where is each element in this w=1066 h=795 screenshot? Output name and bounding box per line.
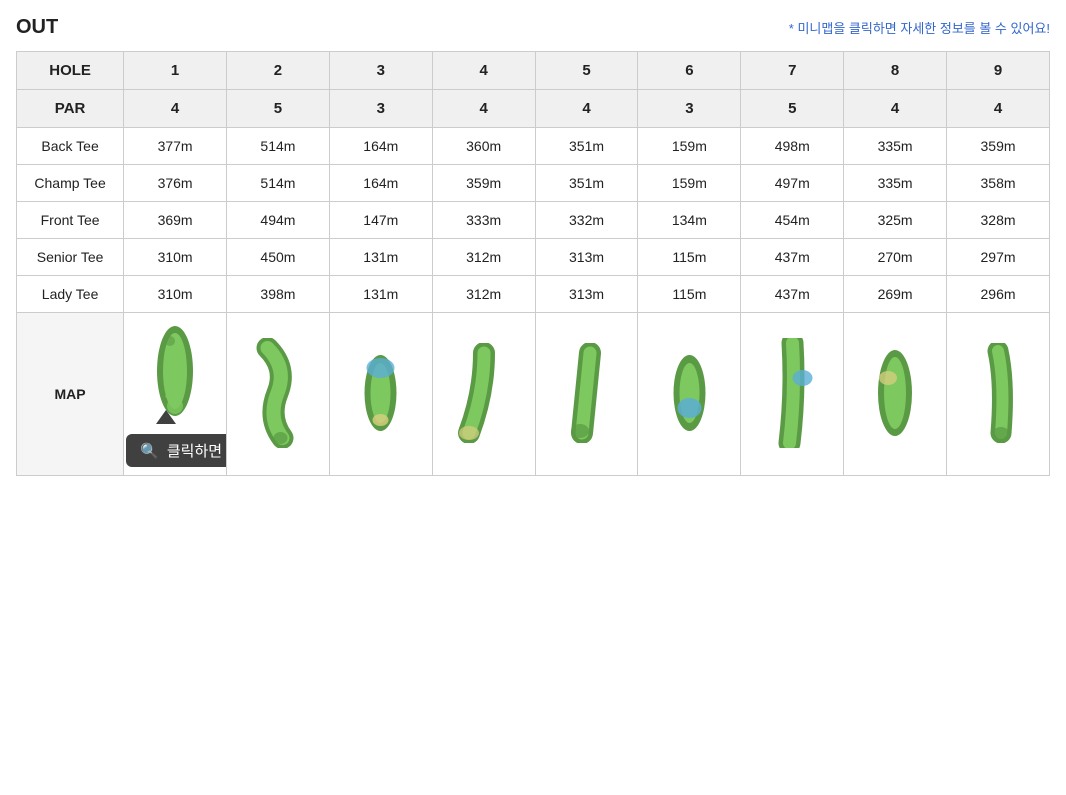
distance-cell: 164m (329, 165, 432, 202)
distance-cell: 360m (432, 128, 535, 165)
hole-number: 1 (124, 52, 227, 90)
hole-number: 2 (227, 52, 330, 90)
distance-cell: 270m (844, 239, 947, 276)
map-cell-8[interactable] (844, 313, 947, 476)
distance-cell: 437m (741, 276, 844, 313)
distance-cell: 398m (227, 276, 330, 313)
distance-cell: 134m (638, 202, 741, 239)
map-cell-1[interactable]: 🔍 클릭하면 자세한 정보를 볼 수 있어요! (124, 313, 227, 476)
map-label: MAP (17, 313, 124, 476)
par-value: 4 (124, 90, 227, 128)
distance-cell: 498m (741, 128, 844, 165)
distance-cell: 332m (535, 202, 638, 239)
distance-cell: 351m (535, 165, 638, 202)
distance-cell: 333m (432, 202, 535, 239)
par-value: 4 (535, 90, 638, 128)
distance-cell: 325m (844, 202, 947, 239)
map-row: MAP 🔍 클릭하면 자세한 정보를 볼 수 있어요! (17, 313, 1050, 476)
hole-number: 4 (432, 52, 535, 90)
distance-cell: 514m (227, 128, 330, 165)
distance-cell: 376m (124, 165, 227, 202)
hole-number: 9 (947, 52, 1050, 90)
distance-cell: 359m (432, 165, 535, 202)
tooltip-container: 🔍 클릭하면 자세한 정보를 볼 수 있어요! (126, 424, 224, 467)
page-header: OUT * 미니맵을 클릭하면 자세한 정보를 볼 수 있어요! (16, 16, 1050, 39)
distance-cell: 269m (844, 276, 947, 313)
map-cell-7[interactable] (741, 313, 844, 476)
tooltip-arrow (156, 410, 176, 424)
tee-row: Champ Tee376m514m164m359m351m159m497m335… (17, 165, 1050, 202)
hole-number: 8 (844, 52, 947, 90)
tee-label: Champ Tee (17, 165, 124, 202)
tooltip-text: 클릭하면 자세한 정보를 볼 수 있어요! (167, 440, 227, 461)
scorecard-table: HOLE123456789 PAR453443544 Back Tee377m5… (16, 51, 1050, 476)
hole-row: HOLE123456789 (17, 52, 1050, 90)
distance-cell: 328m (947, 202, 1050, 239)
distance-cell: 377m (124, 128, 227, 165)
tee-row: Senior Tee310m450m131m312m313m115m437m27… (17, 239, 1050, 276)
hole-number: 5 (535, 52, 638, 90)
distance-cell: 131m (329, 276, 432, 313)
distance-cell: 159m (638, 165, 741, 202)
page-title: OUT (16, 16, 58, 39)
distance-cell: 313m (535, 239, 638, 276)
tooltip-icon: 🔍 (140, 442, 159, 460)
tee-row: Front Tee369m494m147m333m332m134m454m325… (17, 202, 1050, 239)
map-cell-5[interactable] (535, 313, 638, 476)
map-cell-2[interactable] (227, 313, 330, 476)
tooltip-popup: 🔍 클릭하면 자세한 정보를 볼 수 있어요! (126, 434, 226, 467)
distance-cell: 115m (638, 276, 741, 313)
tee-row: Back Tee377m514m164m360m351m159m498m335m… (17, 128, 1050, 165)
par-value: 4 (947, 90, 1050, 128)
distance-cell: 514m (227, 165, 330, 202)
minimap-hint[interactable]: * 미니맵을 클릭하면 자세한 정보를 볼 수 있어요! (789, 18, 1050, 37)
distance-cell: 351m (535, 128, 638, 165)
distance-cell: 335m (844, 165, 947, 202)
hole-number: 6 (638, 52, 741, 90)
distance-cell: 497m (741, 165, 844, 202)
distance-cell: 296m (947, 276, 1050, 313)
par-value: 3 (329, 90, 432, 128)
distance-cell: 454m (741, 202, 844, 239)
distance-cell: 159m (638, 128, 741, 165)
map-cell-4[interactable] (432, 313, 535, 476)
distance-cell: 310m (124, 276, 227, 313)
map-cell-3[interactable] (329, 313, 432, 476)
distance-cell: 437m (741, 239, 844, 276)
distance-cell: 359m (947, 128, 1050, 165)
par-label: PAR (17, 90, 124, 128)
hole-number: 7 (741, 52, 844, 90)
distance-cell: 335m (844, 128, 947, 165)
par-value: 5 (741, 90, 844, 128)
distance-cell: 115m (638, 239, 741, 276)
distance-cell: 131m (329, 239, 432, 276)
map-cell-9[interactable] (947, 313, 1050, 476)
distance-cell: 147m (329, 202, 432, 239)
tee-row: Lady Tee310m398m131m312m313m115m437m269m… (17, 276, 1050, 313)
distance-cell: 358m (947, 165, 1050, 202)
tee-label: Front Tee (17, 202, 124, 239)
distance-cell: 369m (124, 202, 227, 239)
distance-cell: 494m (227, 202, 330, 239)
distance-cell: 312m (432, 276, 535, 313)
par-value: 5 (227, 90, 330, 128)
par-value: 4 (844, 90, 947, 128)
distance-cell: 164m (329, 128, 432, 165)
distance-cell: 450m (227, 239, 330, 276)
tee-label: Lady Tee (17, 276, 124, 313)
par-value: 4 (432, 90, 535, 128)
tee-label: Senior Tee (17, 239, 124, 276)
hole-label: HOLE (17, 52, 124, 90)
distance-cell: 313m (535, 276, 638, 313)
map-cell-6[interactable] (638, 313, 741, 476)
par-row: PAR453443544 (17, 90, 1050, 128)
par-value: 3 (638, 90, 741, 128)
hole-number: 3 (329, 52, 432, 90)
distance-cell: 310m (124, 239, 227, 276)
distance-cell: 297m (947, 239, 1050, 276)
distance-cell: 312m (432, 239, 535, 276)
tee-label: Back Tee (17, 128, 124, 165)
